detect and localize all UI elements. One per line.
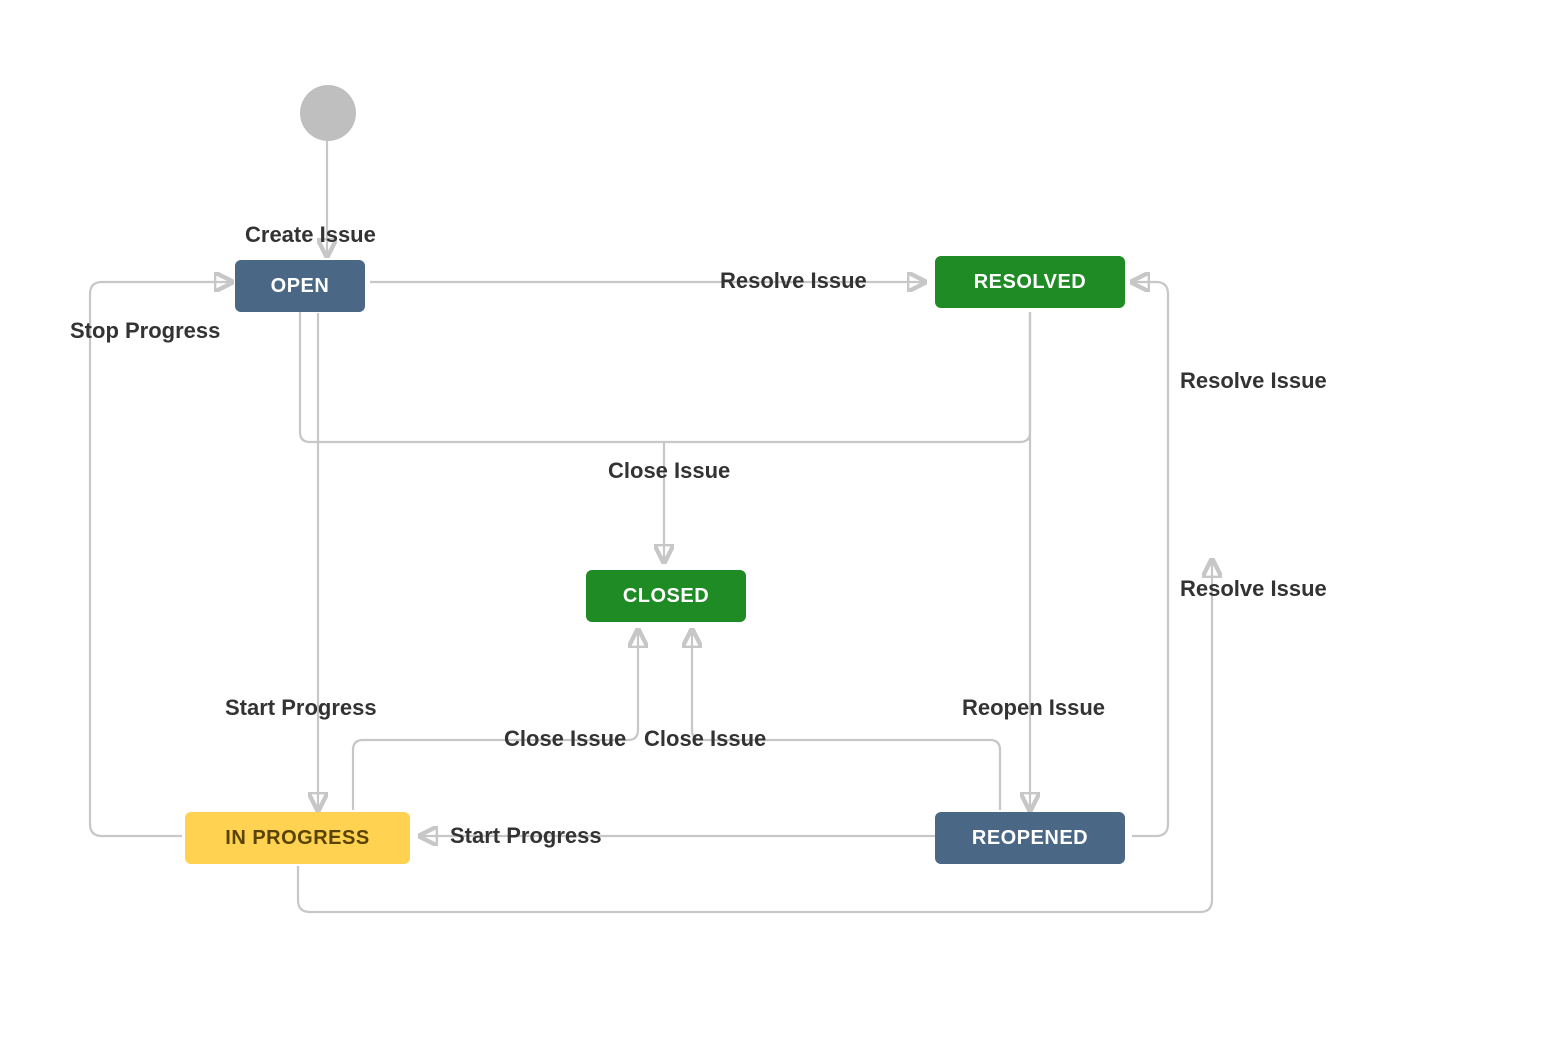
workflow-diagram: OPEN RESOLVED CLOSED IN PROGRESS REOPENE…	[0, 0, 1557, 1047]
transition-resolve-issue-1: Resolve Issue	[720, 268, 867, 294]
transition-close-issue-right: Close Issue	[644, 726, 766, 752]
transition-close-issue-top: Close Issue	[608, 458, 730, 484]
state-label: RESOLVED	[974, 271, 1087, 294]
transition-resolve-issue-2: Resolve Issue	[1180, 368, 1327, 394]
state-label: REOPENED	[972, 827, 1088, 850]
state-label: CLOSED	[623, 585, 709, 608]
state-resolved: RESOLVED	[935, 256, 1125, 308]
start-node	[300, 85, 356, 141]
state-reopened: REOPENED	[935, 812, 1125, 864]
state-label: OPEN	[271, 275, 330, 298]
state-open: OPEN	[235, 260, 365, 312]
transition-reopen-issue: Reopen Issue	[962, 695, 1105, 721]
transition-create-issue: Create Issue	[245, 222, 376, 248]
transition-stop-progress: Stop Progress	[70, 318, 220, 344]
state-label: IN PROGRESS	[225, 827, 369, 850]
transition-start-progress-1: Start Progress	[225, 695, 377, 721]
transition-resolve-issue-3: Resolve Issue	[1180, 576, 1327, 602]
state-in-progress: IN PROGRESS	[185, 812, 410, 864]
transition-close-issue-left: Close Issue	[504, 726, 626, 752]
state-closed: CLOSED	[586, 570, 746, 622]
transition-start-progress-2: Start Progress	[450, 823, 602, 849]
edges-layer	[0, 0, 1557, 1047]
